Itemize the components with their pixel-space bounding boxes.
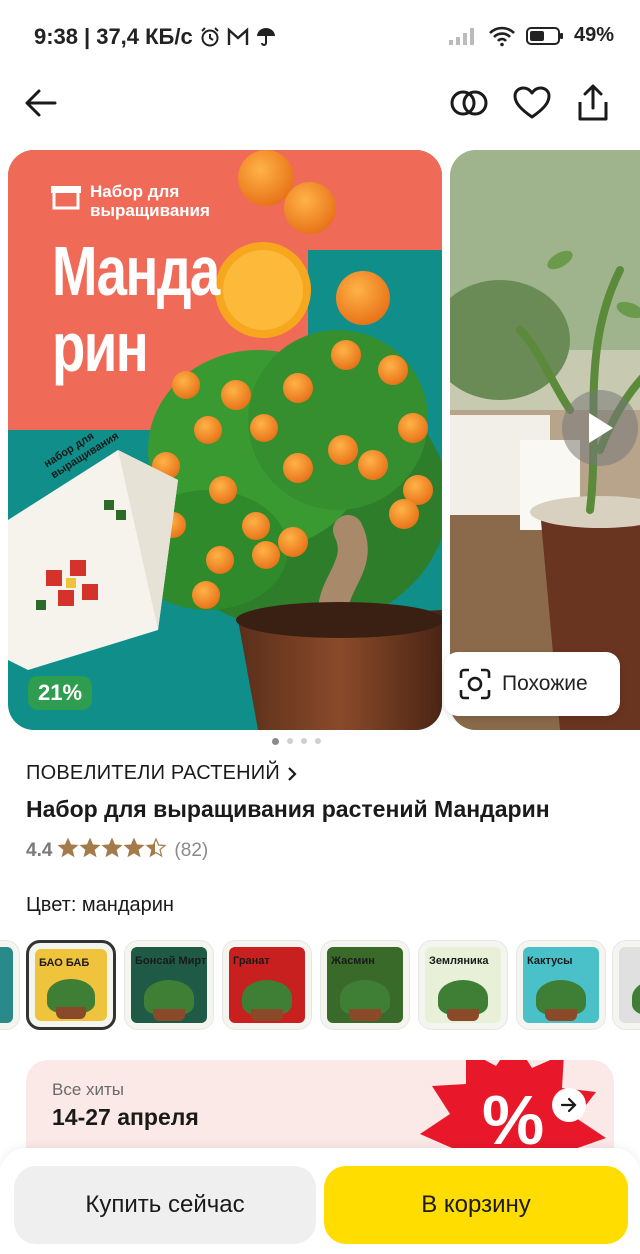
brand-link[interactable]: ПОВЕЛИТЕЛИ РАСТЕНИЙ: [26, 762, 298, 785]
main-title-line1: Манда: [52, 232, 220, 310]
top-app-bar: [0, 72, 640, 134]
variant-label: Гранат: [233, 955, 270, 967]
page-dot[interactable]: [271, 738, 279, 745]
status-separator: |: [84, 24, 91, 49]
status-left: 9:38 | 37,4 КБ/с: [34, 24, 277, 50]
product-image-main[interactable]: Набор для выращивания Манда рин набор дл…: [8, 150, 442, 730]
discount-badge: 21%: [28, 676, 93, 710]
signal-icon: [448, 26, 478, 46]
page-dot[interactable]: [300, 738, 307, 744]
variant-pot: [447, 1009, 479, 1021]
compare-button[interactable]: [444, 78, 494, 128]
variant-pot: [545, 1009, 577, 1021]
add-to-cart-button[interactable]: В корзину: [324, 1166, 628, 1244]
status-right: 49%: [448, 24, 614, 47]
favorite-button[interactable]: [507, 78, 557, 128]
variant-option[interactable]: [0, 940, 20, 1030]
mail-icon: [227, 27, 249, 47]
umbrella-icon: [255, 26, 277, 48]
alarm-icon: [199, 26, 221, 48]
status-speed: 37,4 КБ/с: [96, 24, 193, 49]
share-button[interactable]: [568, 78, 618, 128]
stars-icon: [57, 837, 167, 858]
variant-option[interactable]: БАО БАБ: [26, 940, 116, 1030]
rating-row[interactable]: 4.4 (82): [26, 837, 209, 864]
status-time: 9:38: [34, 24, 79, 49]
variant-option[interactable]: Кактусы: [516, 940, 606, 1030]
bottom-action-bar: Купить сейчас В корзину: [0, 1148, 640, 1254]
battery-icon: [525, 26, 564, 46]
product-title: Набор для выращивания растений Мандарин: [26, 796, 550, 822]
page-dot[interactable]: [314, 738, 321, 744]
status-bar: 9:38 | 37,4 КБ/с 49%: [0, 0, 640, 72]
variant-label: Земляника: [429, 955, 489, 967]
variant-option[interactable]: Гранат: [222, 940, 312, 1030]
play-button[interactable]: [562, 390, 638, 466]
image-gallery[interactable]: Набор для выращивания Манда рин набор дл…: [0, 148, 640, 732]
variant-option[interactable]: [612, 940, 640, 1030]
wifi-icon: [488, 25, 516, 47]
variant-selector: БАО БАБ Бонсай Мирт Гранат Жасмин Земляника К…: [0, 938, 640, 1032]
rating-stars: [57, 837, 168, 864]
heart-icon: [513, 86, 551, 119]
variant-pot: [153, 1009, 185, 1021]
arrow-right-icon: [560, 1097, 577, 1113]
buy-now-button[interactable]: Купить сейчас: [14, 1166, 316, 1244]
compare-circles-icon: [450, 90, 488, 116]
color-label: Цвет: мандарин: [26, 894, 174, 916]
rating-value: 4.4: [26, 840, 53, 861]
similar-button[interactable]: Похожие: [444, 652, 620, 716]
variant-label: Кактусы: [527, 955, 573, 967]
promo-arrow-button[interactable]: [552, 1088, 586, 1122]
share-icon: [578, 84, 608, 121]
chevron-right-icon: [288, 766, 297, 781]
variant-thumbnail: [0, 947, 13, 1023]
variant-label: БАО БАБ: [39, 957, 90, 969]
visual-search-icon: [459, 668, 491, 700]
review-count: (82): [174, 840, 209, 861]
brand-name: ПОВЕЛИТЕЛИ РАСТЕНИЙ: [26, 762, 280, 784]
variant-pot: [55, 1007, 87, 1019]
variant-pot: [251, 1009, 283, 1021]
promo-subtitle: Все хиты: [52, 1080, 125, 1099]
variant-label: Жасмин: [331, 955, 375, 967]
battery-percent: 49%: [573, 24, 614, 46]
kit-label: Набор для выращивания: [90, 182, 210, 220]
promo-dates: 14-27 апреля: [52, 1104, 199, 1130]
product-video-preview[interactable]: [450, 150, 640, 730]
variant-option[interactable]: Бонсай Мирт: [124, 940, 214, 1030]
page-dot[interactable]: [286, 738, 293, 744]
back-button[interactable]: [16, 78, 66, 128]
gallery-pagination: [0, 738, 640, 745]
similar-label: Похожие: [502, 672, 588, 695]
arrow-left-icon: [25, 89, 57, 117]
main-title-line2: рин: [52, 308, 149, 386]
variant-option[interactable]: Земляника: [418, 940, 508, 1030]
variant-option[interactable]: Жасмин: [320, 940, 410, 1030]
play-icon: [589, 413, 613, 443]
variant-pot: [349, 1009, 381, 1021]
variant-label: Бонсай Мирт: [135, 955, 207, 967]
